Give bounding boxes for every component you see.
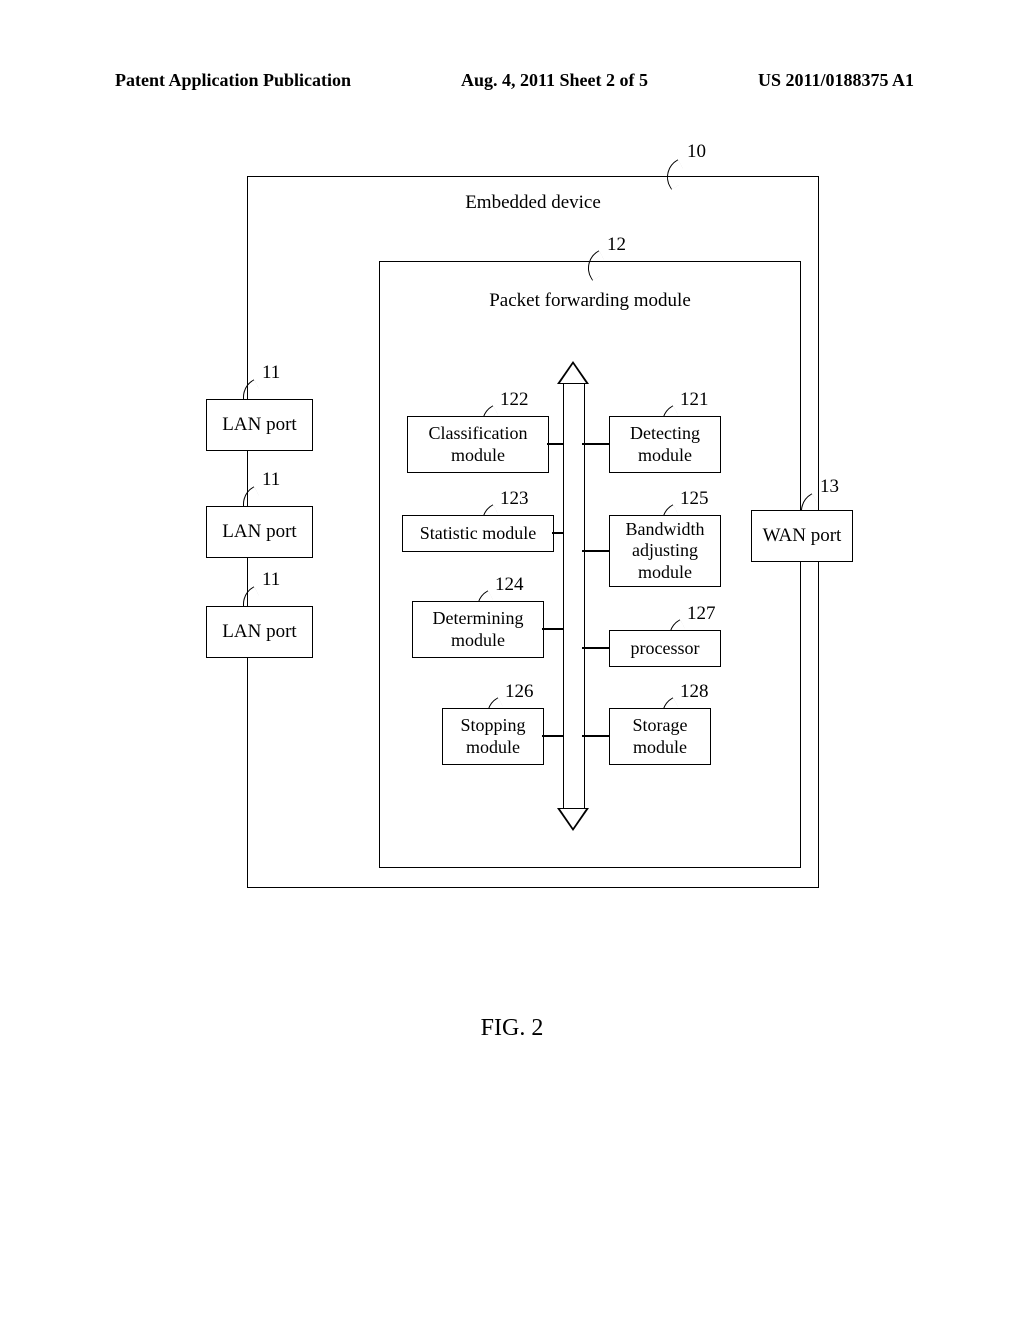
page-header: Patent Application Publication Aug. 4, 2… (0, 0, 1024, 111)
connector (582, 647, 609, 649)
ref-11a: 11 (262, 362, 280, 384)
ref-10: 10 (687, 141, 706, 163)
connector (542, 735, 564, 737)
ref-12: 12 (607, 234, 626, 256)
packet-forwarding-title: Packet forwarding module (380, 290, 800, 312)
bandwidth-module: Bandwidth adjusting module (609, 515, 721, 587)
connector (547, 443, 564, 445)
stopping-module: Stopping module (442, 708, 544, 765)
ref-123: 123 (500, 488, 529, 510)
wan-port: WAN port (751, 510, 853, 562)
ref-121: 121 (680, 389, 709, 411)
center-bus-arrow (557, 361, 589, 831)
diagram: 10 Embedded device 12 Packet forwarding … (162, 141, 862, 886)
storage-module: Storage module (609, 708, 711, 765)
connector (582, 550, 609, 552)
ref-13: 13 (820, 476, 839, 498)
packet-forwarding-box: Packet forwarding module (379, 261, 801, 868)
bandwidth-line3: module (638, 562, 692, 584)
lan-port-2: LAN port (206, 506, 313, 558)
ref-11b: 11 (262, 469, 280, 491)
connector (582, 443, 609, 445)
classification-module: Classification module (407, 416, 549, 473)
processor-module: processor (609, 630, 721, 667)
detecting-module: Detecting module (609, 416, 721, 473)
bandwidth-line1: Bandwidth (626, 519, 705, 541)
lan-port-1: LAN port (206, 399, 313, 451)
connector (542, 628, 564, 630)
ref-125: 125 (680, 488, 709, 510)
connector (552, 532, 564, 534)
connector (582, 735, 609, 737)
ref-128: 128 (680, 681, 709, 703)
ref-127: 127 (687, 603, 716, 625)
bandwidth-line2: adjusting (632, 540, 698, 562)
determining-module: Determining module (412, 601, 544, 658)
ref-122: 122 (500, 389, 529, 411)
ref-126: 126 (505, 681, 534, 703)
figure-caption: FIG. 2 (0, 1015, 1024, 1042)
statistic-module: Statistic module (402, 515, 554, 552)
header-middle: Aug. 4, 2011 Sheet 2 of 5 (461, 70, 648, 91)
lan-port-3: LAN port (206, 606, 313, 658)
ref-124: 124 (495, 574, 524, 596)
header-left: Patent Application Publication (115, 70, 351, 91)
embedded-device-title: Embedded device (248, 192, 818, 214)
ref-11c: 11 (262, 569, 280, 591)
header-right: US 2011/0188375 A1 (758, 70, 914, 91)
